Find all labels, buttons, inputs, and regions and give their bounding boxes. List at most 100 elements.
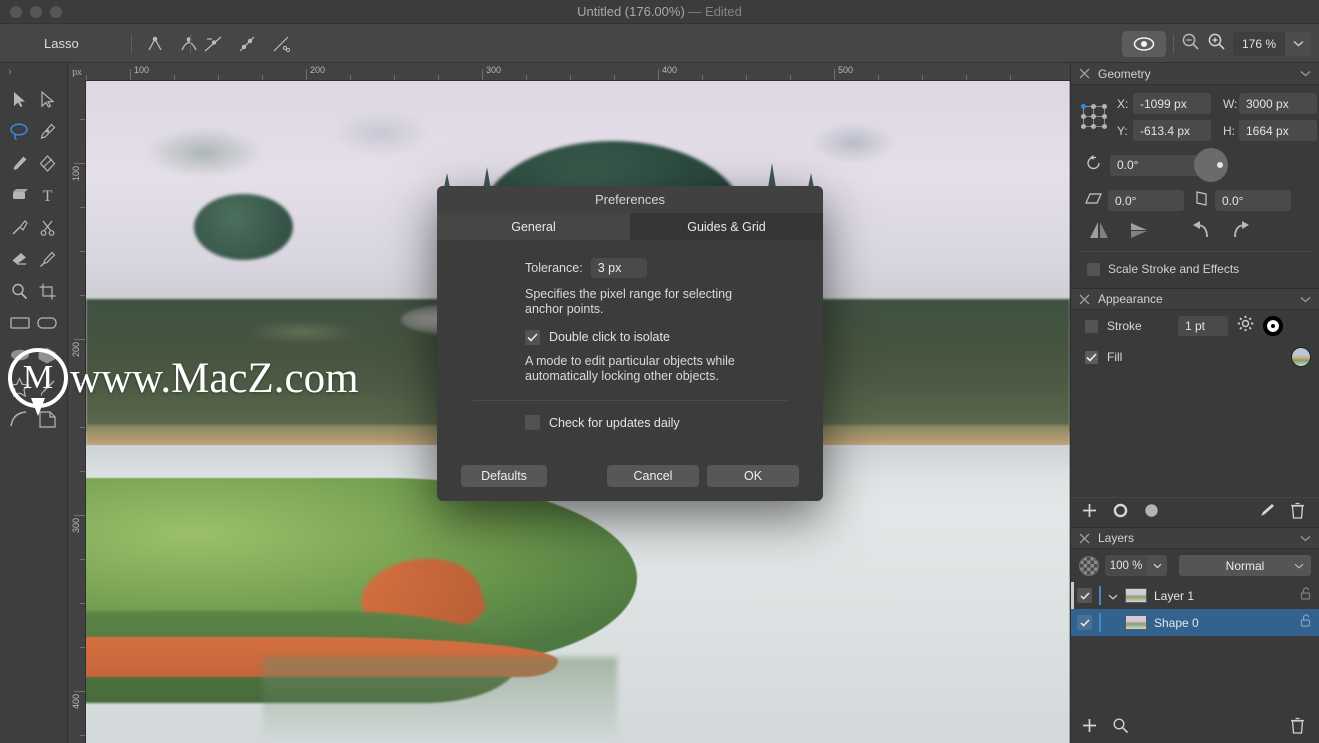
stroke-width-input[interactable]: 1 pt — [1178, 316, 1228, 336]
shear-x-input[interactable]: 0.0° — [1108, 190, 1184, 211]
crop-tool[interactable] — [34, 275, 62, 307]
eraser-tool[interactable] — [6, 243, 34, 275]
ruler-unit-label[interactable]: px — [68, 63, 86, 81]
cancel-button[interactable]: Cancel — [607, 465, 699, 487]
lasso-tool[interactable] — [6, 115, 34, 147]
trash-icon[interactable] — [1290, 502, 1305, 524]
zoom-out-icon[interactable] — [1181, 32, 1200, 56]
updates-checkbox[interactable] — [525, 415, 540, 430]
ok-button[interactable]: OK — [707, 465, 799, 487]
filled-circle-icon[interactable] — [1143, 502, 1160, 524]
layer-row-layer-1[interactable]: Layer 1 — [1071, 582, 1319, 609]
text-tool[interactable]: T — [34, 179, 62, 211]
knife-tool[interactable] — [6, 211, 34, 243]
add-layer-icon[interactable] — [1081, 717, 1098, 739]
move-tool[interactable] — [6, 83, 34, 115]
split-path-icon[interactable] — [266, 29, 296, 59]
active-tool-label: Lasso — [44, 36, 79, 51]
defaults-button[interactable]: Defaults — [461, 465, 547, 487]
rotation-input[interactable]: 0.0° — [1110, 154, 1206, 176]
node-tool[interactable] — [34, 83, 62, 115]
layer-visibility-checkbox[interactable] — [1077, 588, 1092, 603]
zoom-level-control[interactable]: 176 % — [1233, 31, 1311, 56]
vertical-ruler[interactable]: 100 200 300 400 — [68, 81, 86, 743]
shape-builder-tool[interactable] — [34, 147, 62, 179]
checker-circle-icon[interactable] — [1079, 555, 1099, 576]
rotation-dial[interactable] — [1194, 148, 1228, 182]
close-x-icon[interactable] — [1079, 294, 1090, 305]
width-input[interactable]: 3000 px — [1239, 93, 1317, 114]
updates-row[interactable]: Check for updates daily — [525, 415, 799, 430]
arc-tool[interactable] — [6, 403, 34, 435]
appearance-panel-header[interactable]: Appearance — [1071, 288, 1319, 310]
gear-icon[interactable] — [1237, 315, 1254, 337]
chevron-down-icon[interactable] — [1300, 296, 1311, 303]
fill-checkbox[interactable] — [1085, 350, 1098, 364]
rectangle-tool[interactable] — [6, 307, 34, 339]
star-tool[interactable] — [6, 371, 34, 403]
chevron-down-icon[interactable] — [1108, 587, 1118, 605]
layers-panel-header[interactable]: Layers — [1071, 527, 1319, 549]
brush-icon[interactable] — [1259, 502, 1276, 524]
chevron-down-icon[interactable] — [1294, 563, 1304, 569]
spiral-tool[interactable] — [34, 371, 62, 403]
stroke-color-swatch[interactable] — [1263, 316, 1283, 336]
flip-horizontal-icon[interactable] — [1079, 219, 1119, 241]
preview-eye-icon[interactable] — [1122, 30, 1166, 57]
opacity-value[interactable]: 100 % — [1105, 555, 1147, 576]
rounded-rectangle-tool[interactable] — [34, 307, 62, 339]
pencil-tool[interactable] — [6, 147, 34, 179]
corner-node-icon[interactable] — [140, 29, 170, 59]
tab-guides-grid[interactable]: Guides & Grid — [630, 213, 823, 240]
add-icon[interactable] — [1081, 502, 1098, 524]
fill-color-swatch[interactable] — [1291, 347, 1311, 367]
trash-icon[interactable] — [1290, 717, 1305, 739]
rotate-right-icon[interactable] — [1221, 219, 1261, 241]
blend-mode-select[interactable]: Normal — [1179, 555, 1311, 576]
flip-vertical-icon[interactable] — [1119, 219, 1159, 241]
zoom-in-icon[interactable] — [1207, 32, 1226, 56]
magnifier-tool[interactable] — [6, 275, 34, 307]
rotate-left-icon[interactable] — [1181, 219, 1221, 241]
isolate-checkbox[interactable] — [525, 329, 540, 345]
scissors-tool[interactable] — [34, 211, 62, 243]
fill-bucket-tool[interactable] — [6, 179, 34, 211]
chevron-down-icon[interactable] — [1300, 70, 1311, 77]
stroke-checkbox[interactable] — [1085, 319, 1098, 333]
horizontal-ruler[interactable]: 100 200 300 400 500 — [68, 63, 1070, 81]
x-input[interactable]: -1099 px — [1133, 93, 1211, 114]
zoom-level-value[interactable]: 176 % — [1233, 31, 1285, 56]
isolate-row[interactable]: Double click to isolate — [525, 329, 799, 345]
pen-tool[interactable] — [34, 115, 62, 147]
opacity-control[interactable]: 100 % — [1105, 555, 1167, 576]
fill-row[interactable]: Fill — [1071, 342, 1319, 372]
tab-general[interactable]: General — [437, 213, 630, 240]
chevron-down-icon[interactable] — [1300, 535, 1311, 542]
polygon-tool[interactable] — [34, 339, 62, 371]
page-corner-tool[interactable] — [34, 403, 62, 435]
tolerance-input[interactable]: 3 px — [590, 258, 647, 278]
scale-stroke-row[interactable]: Scale Stroke and Effects — [1079, 256, 1311, 284]
ellipse-tool[interactable] — [6, 339, 34, 371]
ring-icon[interactable] — [1112, 502, 1129, 524]
chevron-down-icon[interactable] — [1147, 555, 1167, 576]
y-input[interactable]: -613.4 px — [1133, 120, 1211, 141]
join-path-icon[interactable] — [232, 29, 262, 59]
eyedropper-tool[interactable] — [34, 243, 62, 275]
lock-open-icon[interactable] — [1300, 586, 1311, 605]
cut-path-icon[interactable] — [198, 29, 228, 59]
layer-visibility-checkbox[interactable] — [1077, 615, 1092, 630]
close-x-icon[interactable] — [1079, 68, 1090, 79]
height-input[interactable]: 1664 px — [1239, 120, 1317, 141]
chevron-down-icon[interactable] — [1285, 31, 1311, 56]
shear-y-input[interactable]: 0.0° — [1215, 190, 1291, 211]
geometry-panel-header[interactable]: Geometry — [1071, 63, 1319, 85]
anchor-grid-icon[interactable] — [1079, 101, 1111, 133]
palette-expand-icon[interactable]: › — [0, 63, 67, 81]
search-icon[interactable] — [1112, 717, 1129, 739]
close-x-icon[interactable] — [1079, 533, 1090, 544]
stroke-row[interactable]: Stroke 1 pt — [1071, 310, 1319, 342]
layer-row-shape-0[interactable]: Shape 0 — [1071, 609, 1319, 636]
lock-open-icon[interactable] — [1300, 613, 1311, 632]
scale-stroke-checkbox[interactable] — [1087, 262, 1100, 276]
